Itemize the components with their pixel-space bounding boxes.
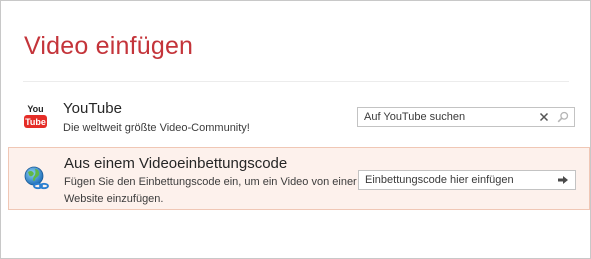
arrow-right-icon[interactable] <box>555 172 571 188</box>
embed-description: Fügen Sie den Einbettungscode ein, um ei… <box>64 176 357 205</box>
youtube-logo-text-bottom: Tube <box>25 117 46 127</box>
youtube-logo-icon: You Tube <box>23 102 48 132</box>
title-divider <box>23 81 569 82</box>
youtube-search-box <box>357 107 575 127</box>
close-icon[interactable] <box>536 109 552 125</box>
source-row-embed-code[interactable]: Aus einem Videoeinbettungscode Fügen Sie… <box>8 147 590 210</box>
youtube-search-input[interactable] <box>358 108 526 126</box>
insert-video-dialog: Video einfügen You Tube YouTube Die welt… <box>0 0 591 259</box>
youtube-logo-text-top: You <box>27 104 43 114</box>
embed-code-box <box>358 170 576 190</box>
embed-code-input[interactable] <box>359 171 549 189</box>
globe-link-icon <box>23 165 49 191</box>
search-icon[interactable] <box>555 109 571 125</box>
dialog-title: Video einfügen <box>24 32 194 60</box>
source-row-youtube[interactable]: You Tube YouTube Die weltweit größte Vid… <box>8 95 590 143</box>
youtube-description: Die weltweit größte Video-Community! <box>63 122 250 134</box>
youtube-title: YouTube <box>63 100 122 117</box>
embed-title: Aus einem Videoeinbettungscode <box>64 155 288 172</box>
